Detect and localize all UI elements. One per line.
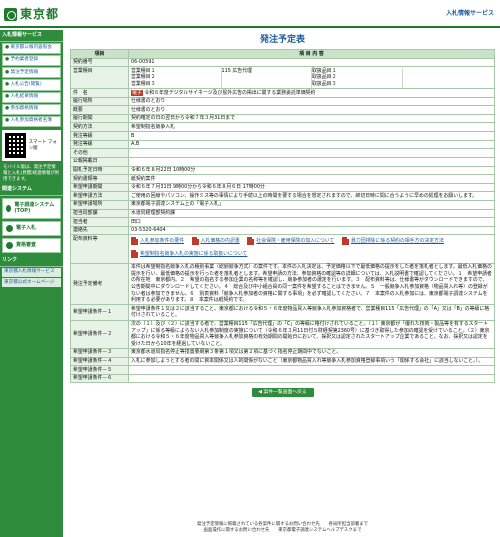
sidebar-item-bidder-list[interactable]: 入札参加資格者名簿 [2,115,61,128]
table-header-row: 項目 項 目 内 容 [70,49,495,59]
sidebar-item-bid-notice[interactable]: 入札公告(閲覧) [2,79,61,91]
attachments: 入札参加条件の要件 入札価格の内訳書 社会保険・雇用保険の加入について 暴力団排… [128,234,495,264]
table-row: 希望申請方法 ご使用の回線やパソコン、操作ミス等の事情により手続以上の時間を要する… [70,191,495,201]
sales-items: 営業種目１ 115 広告代理 取扱品目１ 営業種目２ 取扱品目２ 営業種目３ 取扱品目３ [128,66,495,90]
table-row: その他 [70,148,495,158]
table-row: 概要 仕様書のとおり [70,105,495,115]
back-to-list-button[interactable]: ◀ 案件一覧画面へ戻る [251,388,314,398]
pdf-icon [131,250,138,259]
qr-label: スマート フォン版 [28,139,57,151]
pdf-icon [247,237,255,246]
attachment-link[interactable]: 入札参加条件の要件 [131,237,184,246]
col-content-header: 項 目 内 容 [128,49,495,59]
main-content: 発注予定表 項目 項 目 内 容 契約番号 06-00591 営業種目 営業種目１… [70,30,495,398]
attachment-link[interactable]: 入札価格の内訳書 [191,237,240,246]
footer: 発注予定情報に掲載されている各案件に関するお問い合わせ先 各局所担当部署まで 画… [70,522,495,534]
table-row: 発注予定備考 本件は希望制指名競争入札の種別事業（総額競争方式）の案件です。本件の… [70,262,495,306]
col-item-header: 項目 [70,49,129,59]
table-row: 履行場所 仕様書のとおり [70,96,495,107]
attachment-link[interactable]: 社会保険・雇用保険の加入について [247,237,334,246]
table-row: 発注等級 A,B [70,139,495,150]
table-row: 希望申請場所 東京都電子調達システム上の「電子入札」 [70,199,495,210]
pdf-icon [131,237,138,246]
sidebar-item-order-plan[interactable]: 発注予定情報 [2,67,61,79]
table-row: 希望申請条件－６ [70,373,495,384]
table-row: 契約書類等 紙契約案件 [70,174,495,184]
table-row: 希望申請期間 令和６年７月31日 9時00分から令和６年８月６日 17時00分 [70,182,495,193]
service-name: 入札情報サービス [445,10,494,17]
pdf-icon [341,237,349,246]
qualification-review-button[interactable]: 資格審査 [2,238,61,254]
table-row: 連絡先 03-5320-6404 [70,225,495,236]
table-row: 開札予定日時 令和６年８月22日 10時00分 [70,165,495,176]
table-row: 希望申請条件－４ 入札に参加しようとする者の間に資本関係又は人的関係がないこと（東… [70,356,495,367]
table-row: 契約番号 06-00591 [70,57,495,68]
qr-code-icon [5,133,26,159]
sidebar-item-gazette[interactable]: 東京都公報内容照会 [2,42,61,54]
tokyo-emblem-icon [4,7,17,21]
attachment-link[interactable]: 希望制指名競争入札の実施に係る取扱いについて [131,250,247,259]
mobile-note: モバイル版は、発注予定情報と入札(見積)経過情報が利用できます。 [3,165,60,182]
sidebar-item-bid-result[interactable]: 入札結果情報 [2,91,61,103]
table-row: 希望申請条件－２ 次の（１）及び（２）に該当する者で、営業種目115「広告代理」の… [70,319,495,349]
table-row: 履行期間 契約確定の日の翌日から令和７年３月31日まで [70,113,495,124]
footer-line-2: 画面操作に関するお問い合わせ先 東京都電子調達システムヘルプデスクまで [203,528,362,534]
e-bid-button[interactable]: 電子入札 [2,221,61,237]
page-title: 発注予定表 [259,35,305,45]
table-row: 契約方法 希望制指名競争入札 [70,122,495,133]
table-row: 配布資料等 入札参加条件の要件 入札価格の内訳書 社会保険・雇用保険の加入につい… [70,234,495,264]
bid-icon [6,225,13,233]
electronic-badge: 電子 [131,89,143,96]
table-row: 希望申請条件－３ 東京都水道局指名停止等措置要綱第３条第１項又は第２項に基づく指名… [70,347,495,358]
qr-panel[interactable]: スマート フォン版 [2,130,61,162]
subject: 電子 令和６年度デジタルサイネージ及び屋外広告の掲出に関する業務委託単価契約 [128,88,495,98]
contract-number: 06-00591 [128,57,495,68]
link-bid-info[interactable]: 東京都入札情報サービス [2,267,61,278]
table-row: 担当局部課 水道局経理部契約課 [70,208,495,219]
sidebar: 入札情報サービス 東京都公報内容照会 予約業者登録 発注予定情報 入札公告(閲覧… [0,30,63,537]
e-procurement-button[interactable]: 電子調達システム(TOP) [2,197,61,220]
sidebar-section-related: 関連システム [0,184,63,196]
table-row: 希望申請条件－５ [70,365,495,375]
logo-text: 東京都 [20,6,60,21]
table-row: 公報掲載日 [70,156,495,167]
table-row: 営業種目 営業種目１ 115 広告代理 取扱品目１ 営業種目２ 取扱品目２ 営業種目３… [70,66,495,90]
tokyo-logo[interactable]: 東京都 [4,6,59,22]
sidebar-section-links: リンク [0,255,63,267]
table-row: 担当者 田口 [70,217,495,227]
system-icon [6,204,12,212]
site-header: 東京都 入札情報サービス [0,0,500,28]
pdf-icon [191,237,199,246]
order-plan-table: 項目 項 目 内 容 契約番号 06-00591 営業種目 営業種目１ 115 広告… [70,49,495,384]
review-icon [6,242,13,250]
table-row: 希望申請条件－１ 希望申請条件１又は２に該当すること。東京都における令和５・６年度… [70,304,495,321]
table-row: 件 名電子 令和６年度デジタルサイネージ及び屋外広告の掲出に関する業務委託単価契… [70,88,495,98]
sidebar-item-reservation[interactable]: 予約業者登録 [2,54,61,67]
sidebar-item-qualification[interactable]: 参加資格情報 [2,103,61,115]
sidebar-section-title: 入札情報サービス [0,30,63,42]
link-tokyo-official[interactable]: 東京都公式ホームページ [2,278,61,288]
attachment-link[interactable]: 暴力団排除に係る契約の相手方の決定方法 [341,237,444,246]
table-row: 発注等級 B [70,131,495,141]
